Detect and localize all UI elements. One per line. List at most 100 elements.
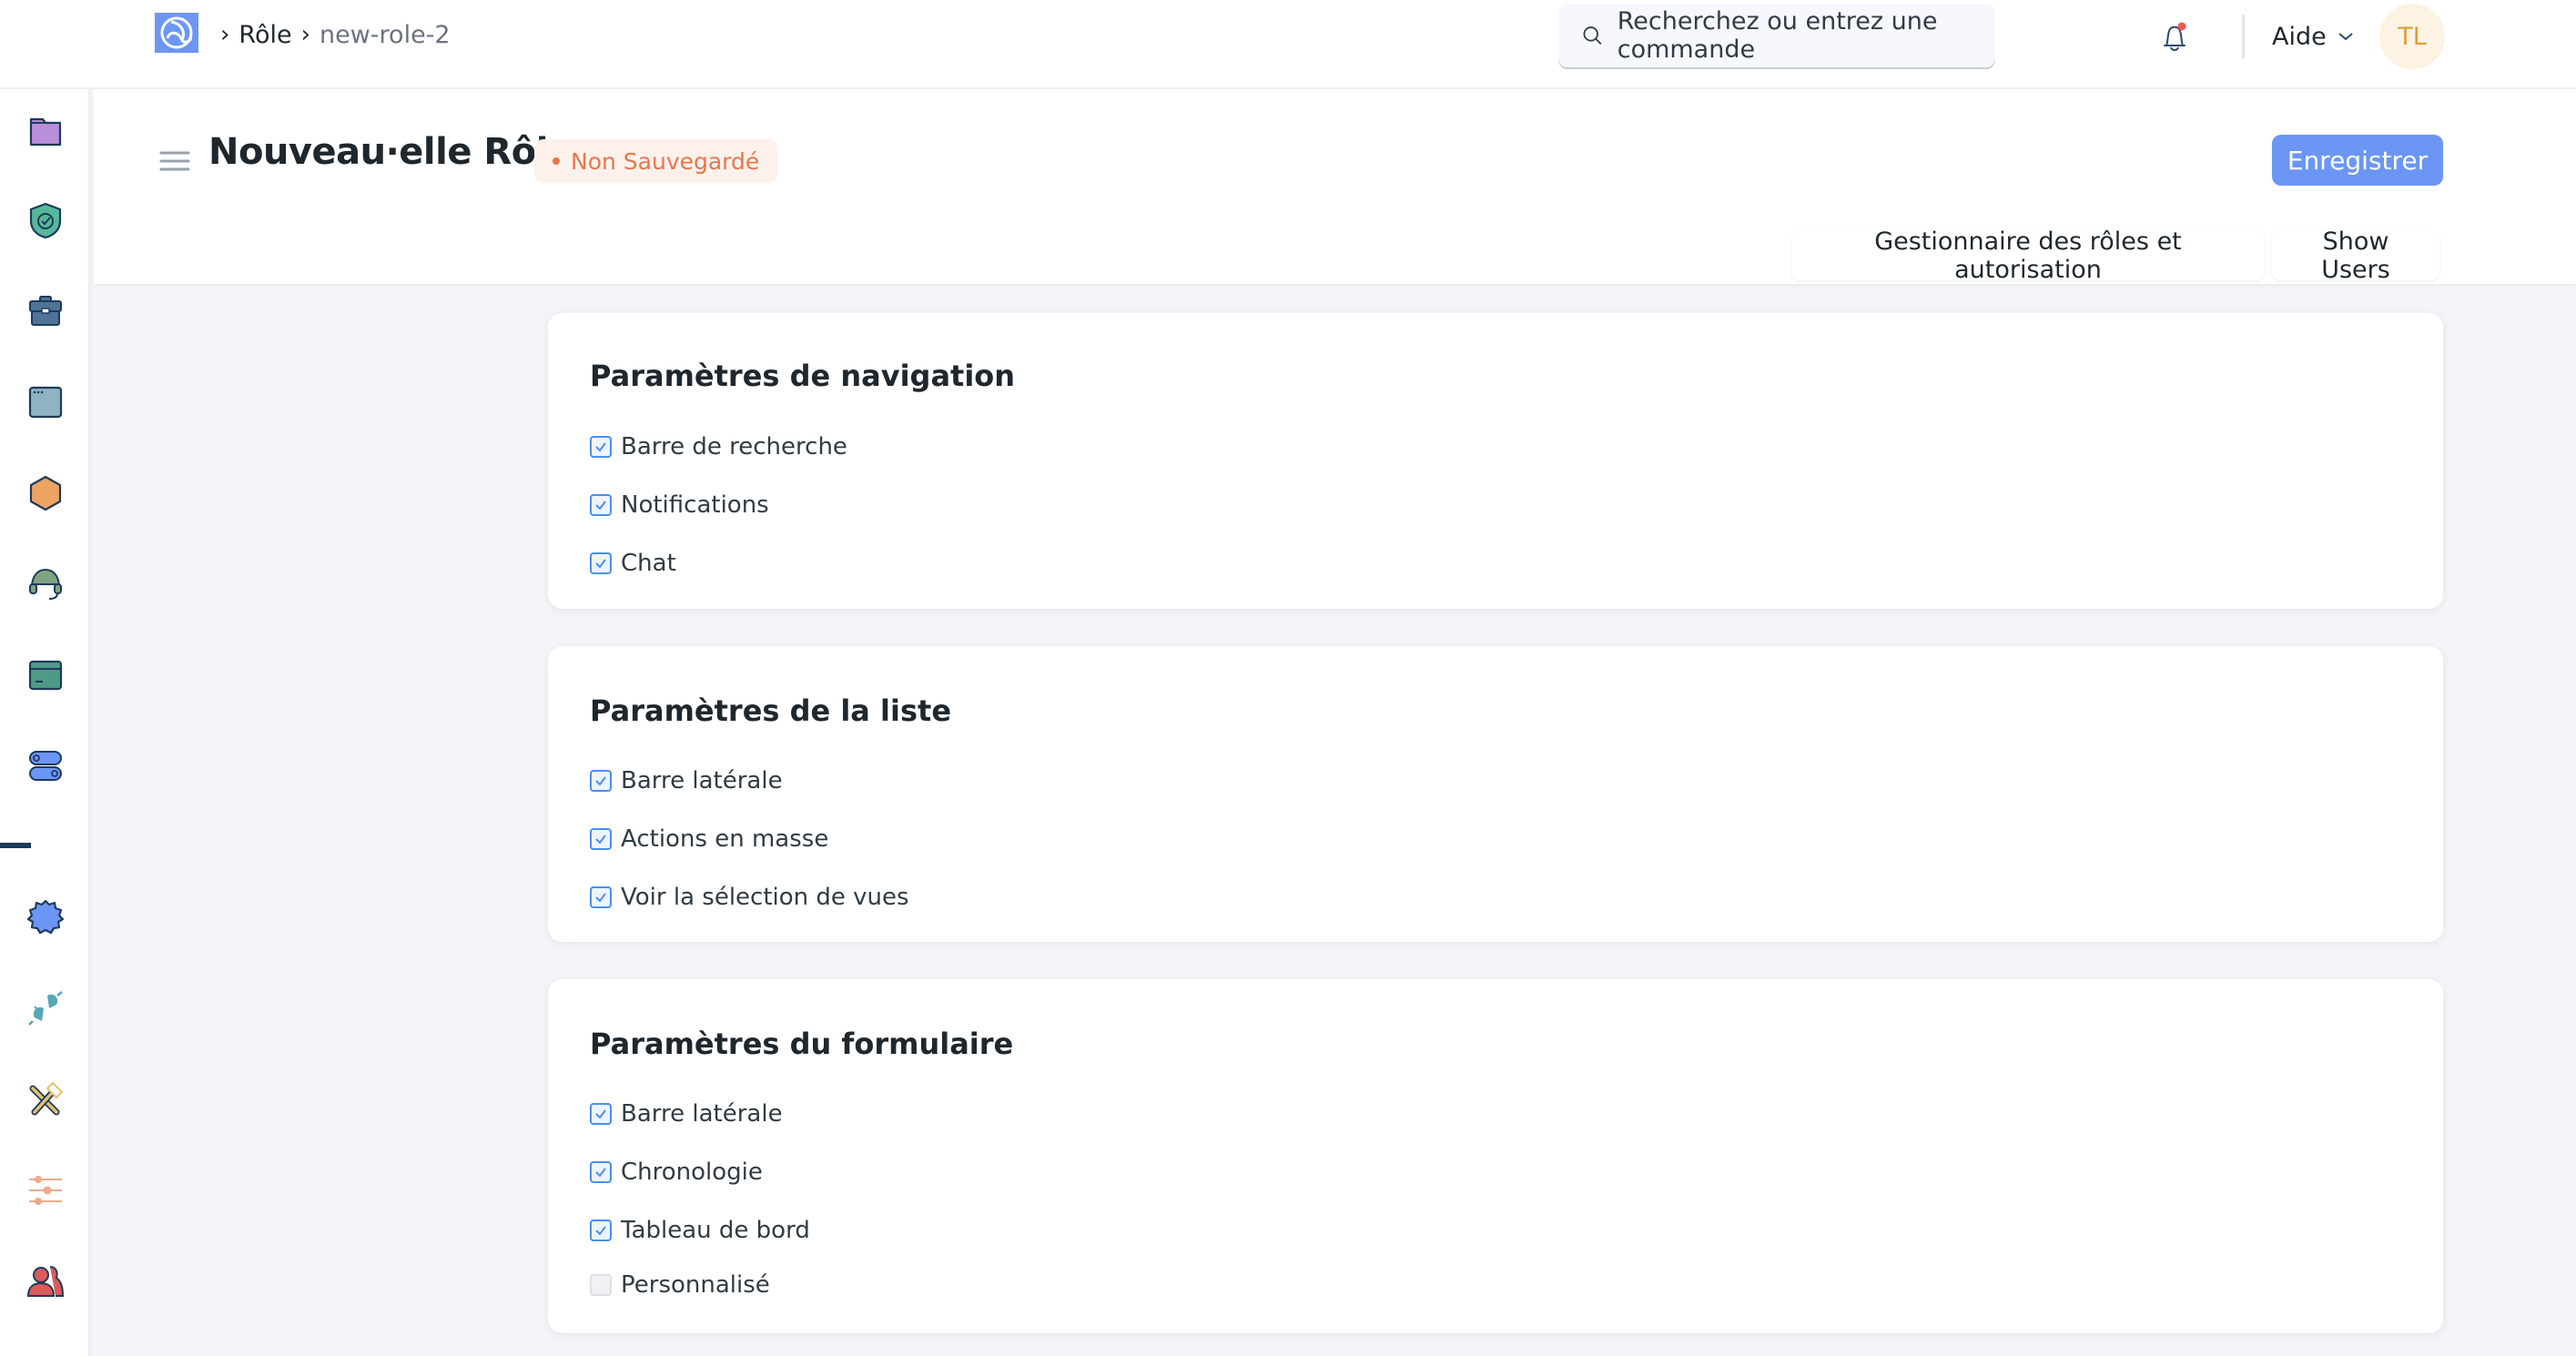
option-label: Actions en masse [621, 825, 829, 853]
plug-icon [28, 991, 63, 1026]
page-title: Nouveau·elle Rôle [208, 131, 573, 173]
breadcrumb-role[interactable]: Rôle [238, 21, 291, 49]
checkmark-icon [595, 1168, 606, 1178]
checkbox[interactable] [590, 552, 612, 574]
chevron-right-icon: › [220, 21, 230, 48]
section-title: Paramètres de navigation [590, 359, 1016, 393]
option-chat[interactable]: Chat [590, 550, 676, 577]
option-label: Chat [621, 550, 676, 577]
show-users-button[interactable]: Show Users [2272, 228, 2439, 284]
checkmark-icon [595, 442, 606, 452]
search-bar[interactable]: Recherchez ou entrez une commande [1558, 4, 1995, 67]
chevron-right-icon: › [300, 21, 310, 48]
page-header: Nouveau·elle Rôle Non Sauvegardé Enregis… [94, 89, 2576, 284]
checkmark-icon [595, 1226, 606, 1236]
breadcrumb: › Rôle › new-role-2 [220, 16, 451, 53]
status-dot-icon [553, 157, 560, 165]
option-label: Barre latérale [621, 1100, 783, 1128]
checkmark-icon [595, 893, 606, 903]
option-view-switcher[interactable]: Voir la sélection de vues [590, 884, 909, 911]
breadcrumb-current[interactable]: new-role-2 [319, 21, 451, 49]
chevron-down-icon [2338, 33, 2353, 41]
checkbox[interactable] [590, 1274, 612, 1296]
option-timeline[interactable]: Chronologie [590, 1159, 763, 1186]
sidebar-item-users[interactable] [25, 1261, 66, 1301]
checkbox[interactable] [590, 436, 612, 458]
sidebar-item-integrations[interactable] [25, 897, 66, 937]
sidebar-item-customization[interactable] [25, 1170, 66, 1210]
sidebar-divider [0, 843, 31, 848]
checkbox[interactable] [590, 886, 612, 908]
checkbox[interactable] [590, 1103, 612, 1125]
role-permissions-manager-button[interactable]: Gestionnaire des rôles et autorisation [1791, 228, 2265, 284]
credit-card-icon [28, 660, 63, 691]
hexagon-icon [29, 475, 62, 511]
checkmark-icon [595, 835, 606, 845]
sidebar-item-security[interactable] [25, 200, 66, 240]
sidebar-item-settings-toggles[interactable] [25, 746, 66, 786]
option-label: Notifications [621, 491, 769, 519]
sidebar-item-support[interactable] [25, 564, 66, 604]
section-title: Paramètres du formulaire [590, 1027, 1014, 1061]
briefcase-icon [29, 296, 62, 326]
status-badge: Non Sauvegardé [534, 139, 778, 183]
section-navigation-settings: Paramètres de navigation Barre de recher… [548, 313, 2443, 609]
option-notifications[interactable]: Notifications [590, 491, 769, 519]
menu-toggle-icon[interactable] [159, 147, 190, 175]
sliders-icon [29, 1176, 62, 1205]
sidebar-item-work[interactable] [25, 291, 66, 331]
sidebar-item-build[interactable] [25, 1079, 66, 1119]
top-navbar: › Rôle › new-role-2 Recherchez ou entrez… [0, 0, 2576, 89]
option-dashboard[interactable]: Tableau de bord [590, 1217, 810, 1244]
search-placeholder: Recherchez ou entrez une commande [1617, 7, 1938, 64]
option-label: Personnalisé [621, 1271, 770, 1299]
users-icon [26, 1266, 65, 1297]
option-label: Chronologie [621, 1159, 763, 1186]
option-label: Barre latérale [621, 767, 783, 794]
tools-icon [29, 1081, 64, 1116]
sidebar-item-connections[interactable] [25, 988, 66, 1028]
help-dropdown[interactable]: Aide [2272, 18, 2354, 55]
sidebar [0, 89, 91, 1356]
folder-icon [29, 117, 62, 147]
gear-icon [26, 899, 65, 935]
sidebar-item-website[interactable] [25, 382, 66, 422]
app-logo[interactable] [155, 13, 198, 53]
status-label: Non Sauvegardé [571, 147, 760, 175]
help-label: Aide [2272, 22, 2327, 51]
option-search-bar[interactable]: Barre de recherche [590, 433, 847, 460]
option-form-sidebar[interactable]: Barre latérale [590, 1100, 783, 1128]
shield-check-icon [29, 202, 62, 239]
checkmark-icon [595, 559, 606, 569]
headset-icon [29, 568, 62, 600]
sidebar-item-stock[interactable] [25, 473, 66, 513]
checkmark-icon [595, 501, 606, 511]
section-list-settings: Paramètres de la liste Barre latérale Ac… [548, 646, 2443, 942]
toggles-icon [29, 751, 62, 781]
save-button[interactable]: Enregistrer [2272, 135, 2443, 186]
checkbox[interactable] [590, 1219, 612, 1241]
checkbox[interactable] [590, 1161, 612, 1183]
browser-window-icon [28, 386, 63, 419]
checkbox[interactable] [590, 770, 612, 792]
navbar-divider [2242, 15, 2245, 58]
notifications-button[interactable] [2159, 20, 2190, 56]
checkbox[interactable] [590, 494, 612, 516]
checkmark-icon [595, 1109, 606, 1119]
sidebar-item-folder[interactable] [25, 111, 66, 151]
checkbox[interactable] [590, 828, 612, 850]
bell-icon [2164, 22, 2186, 51]
option-label: Voir la sélection de vues [621, 884, 909, 911]
option-custom[interactable]: Personnalisé [590, 1271, 770, 1299]
user-avatar[interactable]: TL [2379, 4, 2445, 69]
logo-icon [160, 16, 193, 49]
checkmark-icon [595, 776, 606, 786]
search-icon [1583, 26, 1602, 45]
option-label: Tableau de bord [621, 1217, 810, 1244]
unread-dot [2177, 22, 2186, 31]
sidebar-item-accounting[interactable] [25, 655, 66, 695]
option-bulk-actions[interactable]: Actions en masse [590, 825, 828, 853]
option-list-sidebar[interactable]: Barre latérale [590, 767, 783, 794]
section-title: Paramètres de la liste [590, 693, 952, 728]
option-label: Barre de recherche [621, 433, 847, 460]
